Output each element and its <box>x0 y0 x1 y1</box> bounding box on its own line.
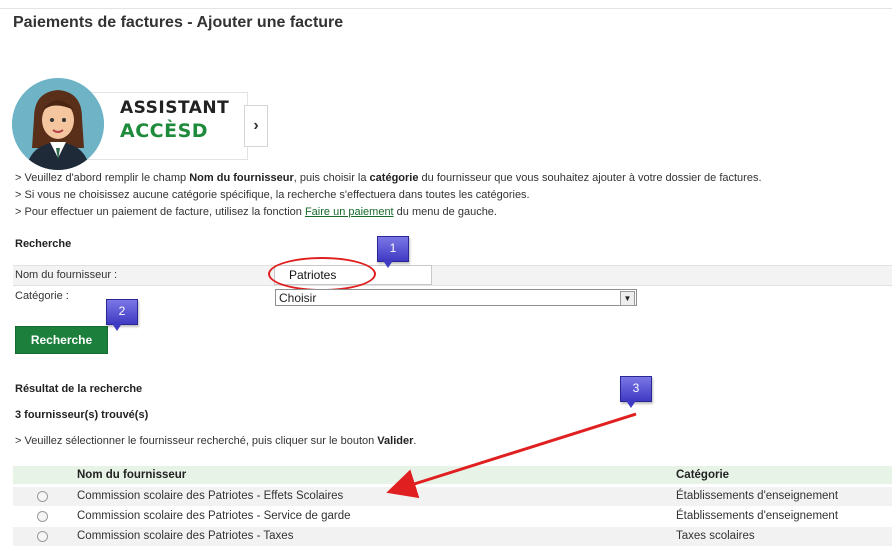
annotation-arrow <box>386 412 637 499</box>
